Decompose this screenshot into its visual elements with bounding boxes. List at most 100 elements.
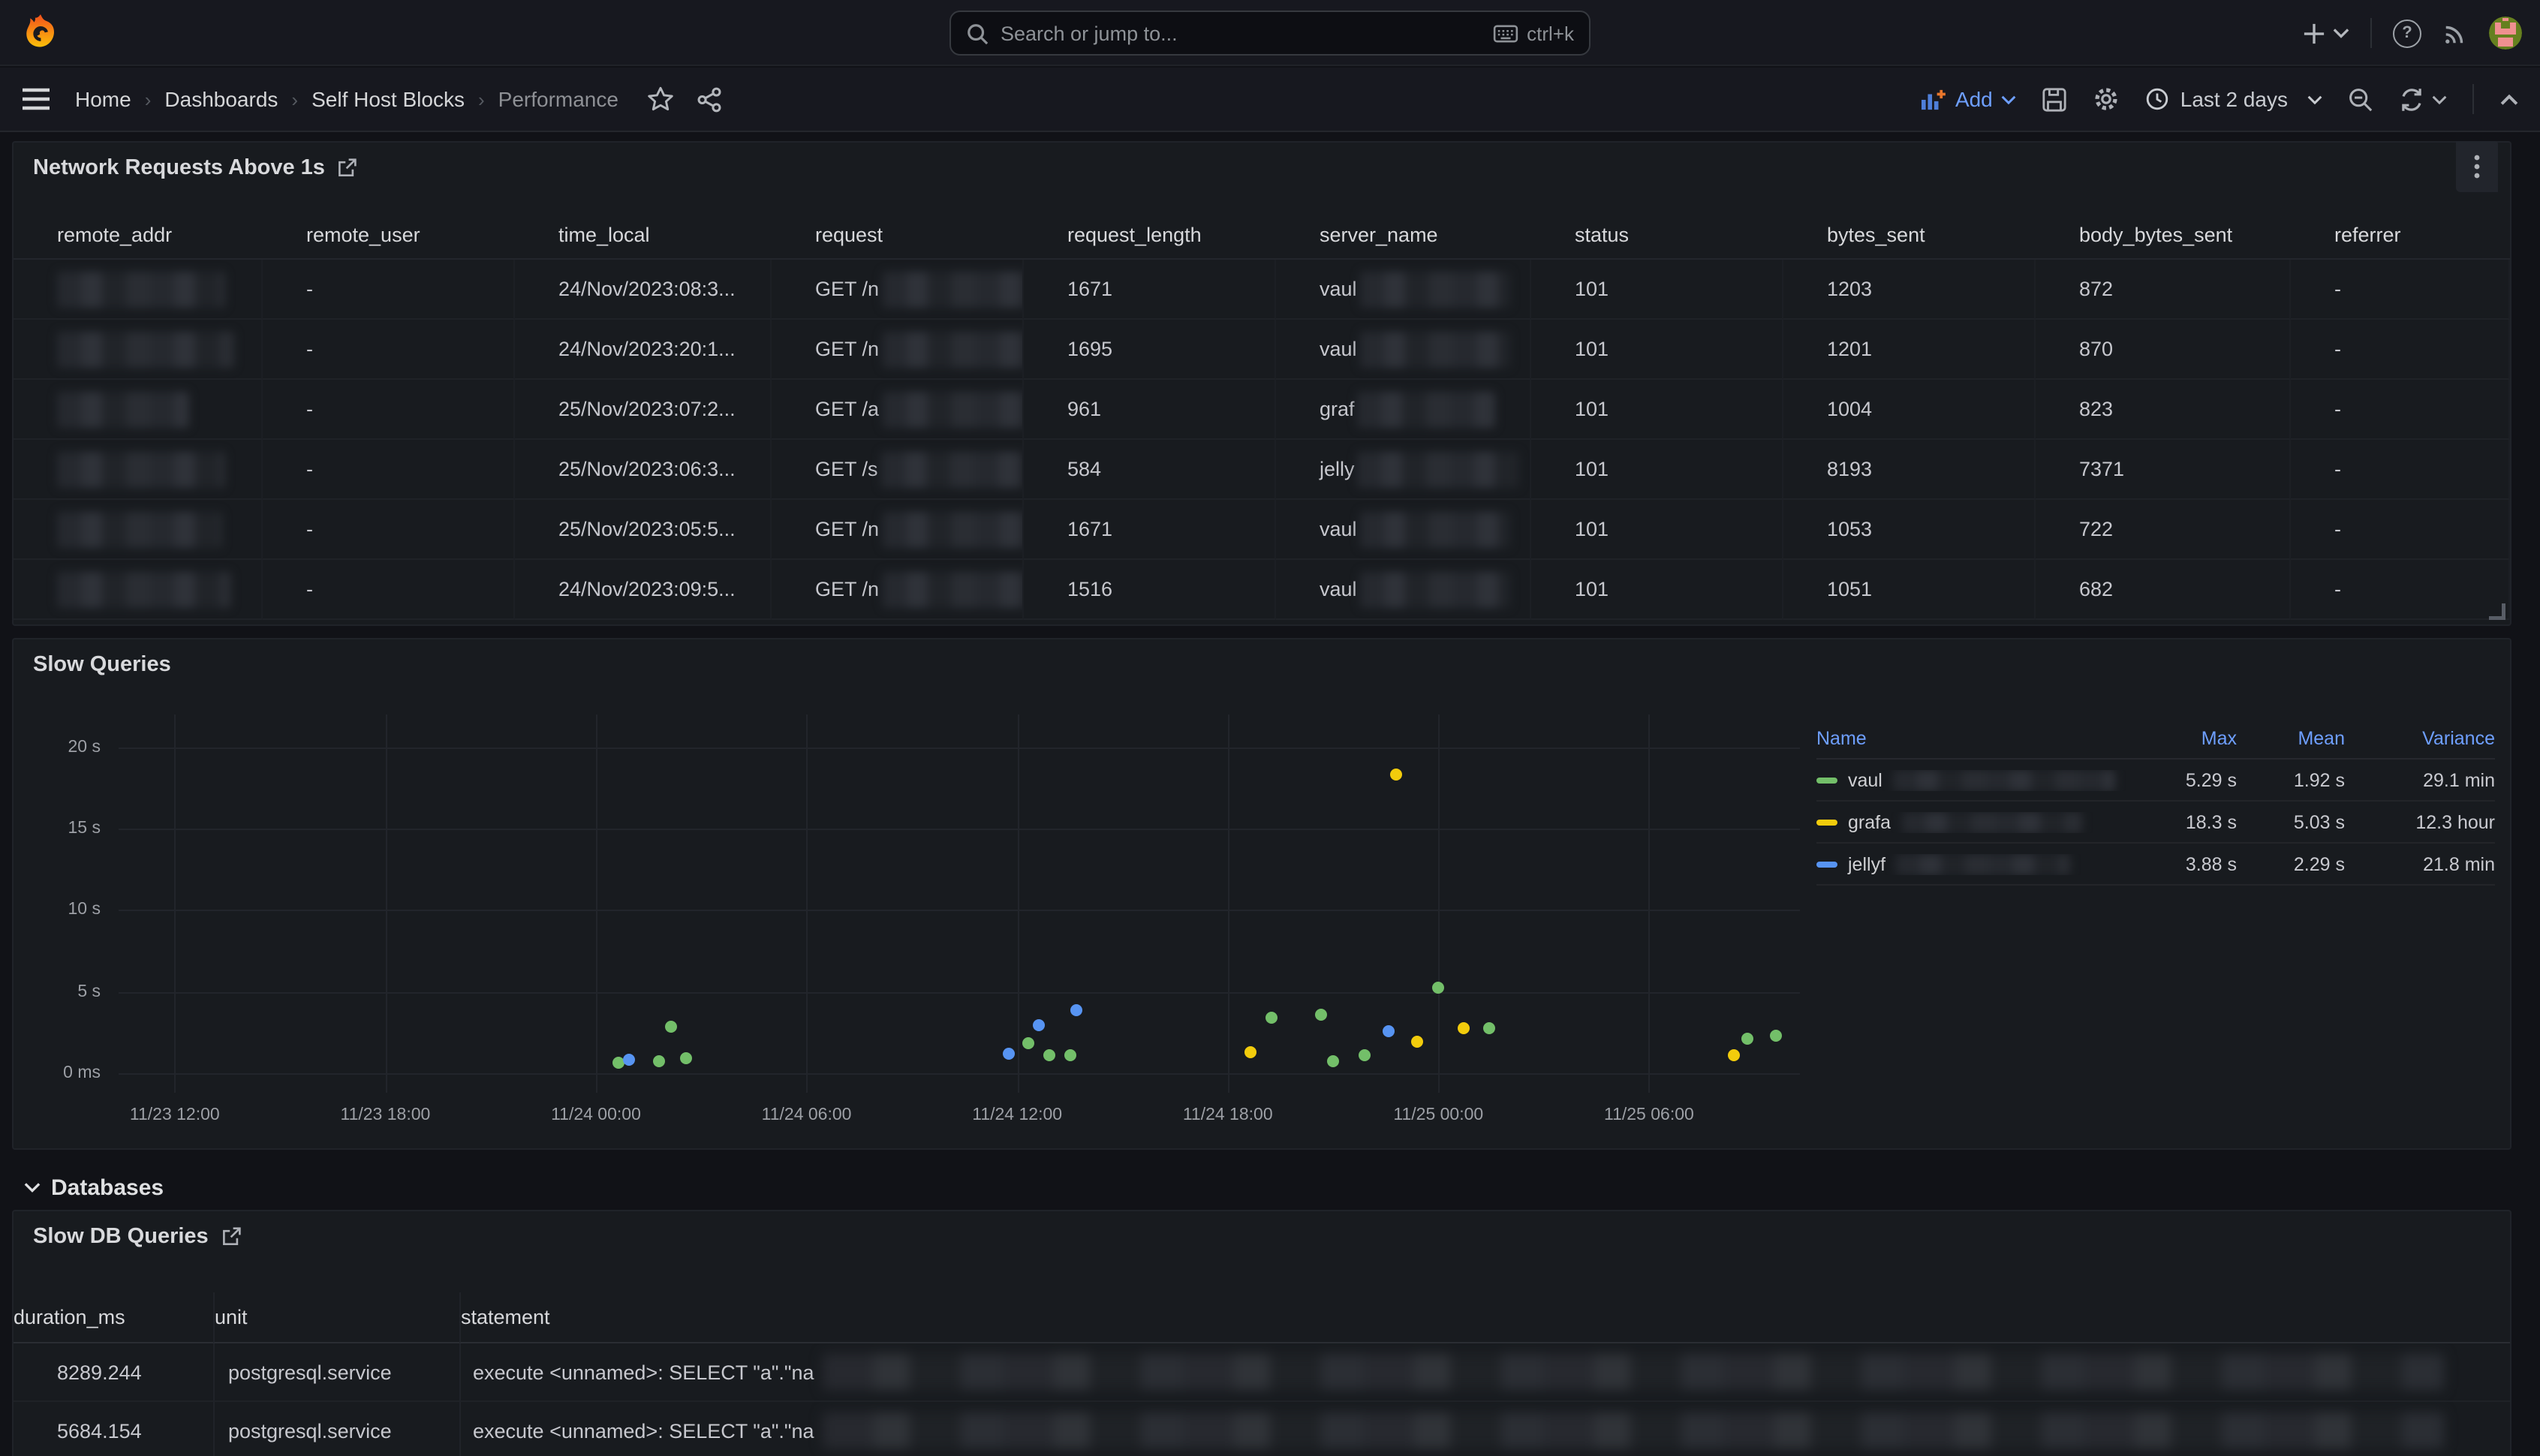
panel-title-text[interactable]: Slow Queries xyxy=(33,653,171,677)
scatter-point-vaul[interactable] xyxy=(1359,1049,1371,1061)
column-header-remote_addr[interactable]: remote_addr xyxy=(14,212,263,260)
cell-server-name: vaul xyxy=(1276,320,1531,380)
section-databases[interactable]: Databases xyxy=(24,1163,164,1211)
new-menu-button[interactable] xyxy=(2303,22,2349,44)
breadcrumb-performance: Performance xyxy=(498,87,618,111)
search-icon xyxy=(966,22,989,44)
scatter-point-vaul[interactable] xyxy=(1315,1009,1327,1021)
legend-header-name[interactable]: Name xyxy=(1816,727,2132,748)
breadcrumb-dashboards[interactable]: Dashboards xyxy=(164,87,278,111)
cell-status: 101 xyxy=(1531,500,1783,560)
column-header-duration_ms[interactable]: duration_ms xyxy=(14,1292,213,1343)
favorite-star-icon[interactable] xyxy=(647,86,674,113)
column-header-request[interactable]: request xyxy=(772,212,1024,260)
external-link-icon[interactable] xyxy=(221,1226,242,1247)
scatter-point-vaul[interactable] xyxy=(1265,1012,1278,1024)
redacted-text xyxy=(1358,391,1496,427)
news-rss-icon[interactable] xyxy=(2442,20,2468,46)
panel-menu-kebab[interactable] xyxy=(2456,141,2498,192)
grafana-logo[interactable] xyxy=(21,12,60,53)
scatter-point-vaul[interactable] xyxy=(1741,1033,1753,1045)
legend-header-mean[interactable]: Mean xyxy=(2237,727,2345,748)
chart-legend: NameMaxMeanVariancevaul5.29 s1.92 s29.1 … xyxy=(1816,717,2495,886)
scatter-point-vaul[interactable] xyxy=(1432,981,1444,993)
column-header-server_name[interactable]: server_name xyxy=(1276,212,1531,260)
scatter-point-grafa[interactable] xyxy=(1457,1021,1469,1033)
column-header-body_bytes_sent[interactable]: body_bytes_sent xyxy=(2036,212,2291,260)
cell-remote-addr xyxy=(14,560,263,620)
scatter-point-vaul[interactable] xyxy=(1769,1030,1781,1042)
dashboard-settings-gear-icon[interactable] xyxy=(2093,86,2120,113)
breadcrumb-self-host-blocks[interactable]: Self Host Blocks xyxy=(311,87,465,111)
scatter-point-grafa[interactable] xyxy=(1411,1036,1423,1048)
column-header-statement[interactable]: statement xyxy=(459,1292,2510,1343)
scatter-point-vaul[interactable] xyxy=(679,1051,691,1063)
column-header-request_length[interactable]: request_length xyxy=(1024,212,1276,260)
cell-remote-user: - xyxy=(263,560,515,620)
column-header-referrer[interactable]: referrer xyxy=(2291,212,2510,260)
breadcrumb-home[interactable]: Home xyxy=(75,87,131,111)
cell-remote-user: - xyxy=(263,440,515,500)
y-tick-label: 5 s xyxy=(77,982,101,1000)
redacted-text xyxy=(57,271,225,307)
scatter-point-grafa[interactable] xyxy=(1727,1049,1739,1061)
scatter-point-jellyf[interactable] xyxy=(1383,1025,1395,1037)
gridline-horizontal xyxy=(119,910,1800,912)
cell-request-length: 584 xyxy=(1024,440,1276,500)
column-header-bytes_sent[interactable]: bytes_sent xyxy=(1783,212,2036,260)
scatter-point-vaul[interactable] xyxy=(1064,1049,1076,1061)
cell-request: GET /s xyxy=(772,440,1024,500)
scatter-point-vaul[interactable] xyxy=(1327,1056,1339,1068)
cell-time-local: 24/Nov/2023:20:1... xyxy=(515,320,772,380)
column-header-remote_user[interactable]: remote_user xyxy=(263,212,515,260)
x-tick-label: 11/24 12:00 xyxy=(972,1106,1062,1124)
keyboard-icon xyxy=(1492,23,1518,43)
scatter-point-vaul[interactable] xyxy=(1483,1021,1495,1033)
scatter-point-grafa[interactable] xyxy=(1244,1046,1256,1058)
cell-server-name: vaul xyxy=(1276,560,1531,620)
cell-status: 101 xyxy=(1531,260,1783,320)
gridline-vertical xyxy=(1649,714,1651,1093)
panel-title-text[interactable]: Network Requests Above 1s xyxy=(33,156,325,180)
scatter-point-jellyf[interactable] xyxy=(1071,1004,1083,1016)
scatter-plot-area[interactable] xyxy=(119,714,1800,1073)
add-button[interactable]: Add xyxy=(1921,87,2017,111)
column-header-time_local[interactable]: time_local xyxy=(515,212,772,260)
legend-series-name[interactable]: grafa xyxy=(1816,811,2132,832)
redacted-text xyxy=(1360,511,1510,547)
user-avatar[interactable] xyxy=(2489,17,2522,50)
scatter-point-vaul[interactable] xyxy=(666,1021,678,1033)
scatter-point-vaul[interactable] xyxy=(1022,1038,1034,1050)
time-range-picker[interactable]: Last 2 days xyxy=(2146,87,2322,111)
scatter-point-jellyf[interactable] xyxy=(1002,1048,1014,1060)
column-header-unit[interactable]: unit xyxy=(213,1292,459,1343)
legend-header-variance[interactable]: Variance xyxy=(2345,727,2495,748)
panel-resize-handle[interactable] xyxy=(2487,602,2505,620)
scatter-point-jellyf[interactable] xyxy=(623,1054,635,1066)
collapse-caret-up-icon[interactable] xyxy=(2499,92,2519,106)
save-dashboard-icon[interactable] xyxy=(2042,86,2068,112)
external-link-icon[interactable] xyxy=(337,158,358,179)
gridline-horizontal xyxy=(119,829,1800,830)
cell-remote-user: - xyxy=(263,500,515,560)
scatter-point-grafa[interactable] xyxy=(1390,769,1402,781)
legend-series-name[interactable]: jellyf xyxy=(1816,853,2132,874)
column-header-status[interactable]: status xyxy=(1531,212,1783,260)
legend-header-max[interactable]: Max xyxy=(2132,727,2237,748)
help-icon[interactable]: ? xyxy=(2393,19,2421,47)
search-input[interactable]: Search or jump to... ctrl+k xyxy=(949,11,1591,56)
share-icon[interactable] xyxy=(697,86,722,112)
cell-status: 101 xyxy=(1531,380,1783,440)
zoom-out-icon[interactable] xyxy=(2348,86,2373,112)
refresh-button[interactable] xyxy=(2399,86,2447,112)
scatter-point-vaul[interactable] xyxy=(1043,1049,1055,1061)
scatter-point-vaul[interactable] xyxy=(653,1056,665,1068)
panel-title-text[interactable]: Slow DB Queries xyxy=(33,1225,209,1249)
scatter-point-jellyf[interactable] xyxy=(1032,1020,1044,1032)
menu-hamburger-icon[interactable] xyxy=(21,87,51,111)
cell-remote-user: - xyxy=(263,380,515,440)
legend-variance: 21.8 min xyxy=(2345,853,2495,874)
legend-series-name[interactable]: vaul xyxy=(1816,769,2132,790)
legend-swatch xyxy=(1816,861,1837,867)
x-tick-label: 11/23 18:00 xyxy=(341,1106,431,1124)
